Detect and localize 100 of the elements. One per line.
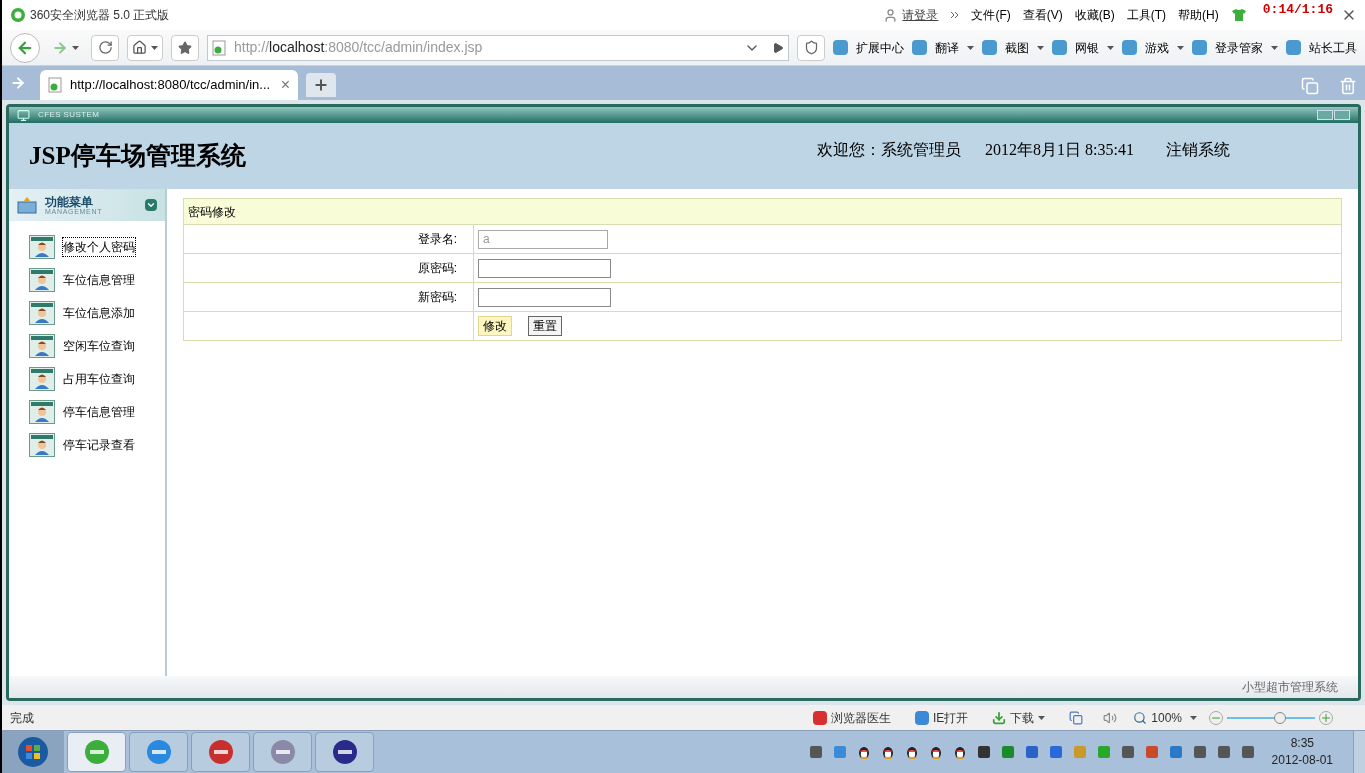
clock[interactable]: 8:35 2012-08-01 — [1271, 735, 1333, 769]
footer-text: 小型超市管理系统 — [1242, 679, 1338, 696]
user-card-icon — [29, 334, 55, 358]
shield-icon — [803, 40, 819, 55]
menu-item[interactable]: 文件(F) — [971, 6, 1011, 24]
tray-icon[interactable] — [975, 744, 992, 760]
status-button[interactable]: 浏览器医生 — [830, 708, 891, 727]
user-card-icon — [29, 367, 55, 391]
page-icon — [212, 39, 226, 56]
status-button[interactable]: IE打开 — [932, 708, 969, 727]
page-icon — [48, 77, 62, 93]
form-button[interactable]: 修改 — [478, 316, 512, 336]
home-icon — [132, 40, 147, 55]
user-card-icon — [29, 400, 55, 424]
caret-icon — [1038, 715, 1046, 720]
logout-link[interactable]: 注销系统 — [1166, 138, 1230, 162]
windows-icon[interactable] — [1069, 710, 1084, 725]
login-link[interactable]: 请登录 — [902, 6, 939, 24]
toolbar-button[interactable]: 网银 — [1075, 34, 1099, 61]
app-icon — [268, 738, 297, 766]
toolbar-button[interactable]: 站长工具 — [1309, 34, 1357, 61]
field-label: 新密码: — [417, 289, 457, 306]
menu-item[interactable]: 帮助(H) — [1178, 6, 1219, 24]
sidebar-item[interactable]: 占用车位查询 — [63, 370, 135, 388]
start-button[interactable] — [2, 731, 64, 773]
scroll-left-icon[interactable] — [1317, 110, 1333, 120]
status-button[interactable]: 下载 — [1010, 708, 1035, 727]
tray-icon[interactable] — [1215, 744, 1232, 760]
shirt-icon[interactable] — [1230, 8, 1247, 22]
status-text: 完成 — [10, 709, 34, 727]
app-icon — [82, 738, 111, 766]
windows-icon[interactable] — [1301, 77, 1319, 95]
sidebar-item[interactable]: 停车记录查看 — [63, 436, 135, 454]
dropdown-caret-icon — [1037, 45, 1044, 50]
user-card-icon — [29, 301, 55, 325]
toolbar-button[interactable]: 登录管家 — [1215, 34, 1263, 61]
user-card-icon — [29, 433, 55, 457]
address-field[interactable]: http://localhost:8080/tcc/admin/index.jsp — [207, 34, 789, 61]
security-button[interactable] — [797, 34, 825, 61]
toolbar-item-icon — [982, 40, 997, 55]
forward-arrow-icon — [52, 39, 68, 56]
sidebar-item[interactable]: 修改个人密码 — [63, 238, 135, 256]
field-label: 原密码: — [417, 260, 457, 277]
dropdown-caret-icon — [967, 45, 974, 50]
text-field[interactable] — [478, 287, 611, 307]
zoom-icon — [1133, 710, 1148, 725]
browser-logo-icon — [10, 7, 26, 23]
sidebar-item[interactable]: 空闲车位查询 — [63, 337, 135, 355]
toolbar-button[interactable]: 游戏 — [1145, 34, 1169, 61]
app-icon — [330, 738, 359, 766]
zoom-button[interactable]: 100% — [1151, 708, 1182, 727]
timer-overlay: 0:14/1:16 — [1262, 1, 1333, 19]
go-icon[interactable] — [772, 41, 784, 54]
form-title: 密码修改 — [184, 199, 1341, 225]
user-card-icon — [29, 268, 55, 292]
sound-icon[interactable] — [1103, 710, 1118, 725]
browser-tab[interactable]: http://localhost:8080/tcc/admin/in... × — [40, 70, 298, 100]
welcome-text: 欢迎您：系统管理员 — [817, 140, 962, 160]
sidebar-item[interactable]: 车位信息管理 — [63, 271, 135, 289]
toolbar-button[interactable]: 扩展中心 — [856, 34, 904, 61]
sidebar-item[interactable]: 车位信息添加 — [63, 304, 135, 322]
zoom-slider-thumb[interactable] — [1273, 711, 1286, 724]
menu-item[interactable]: 工具(T) — [1126, 6, 1167, 24]
tray-icon[interactable] — [1239, 744, 1256, 760]
toolbar-button[interactable]: 翻译 — [935, 34, 959, 61]
new-tab-button[interactable] — [306, 73, 336, 97]
tray-icon[interactable] — [1023, 744, 1040, 760]
tab-close-icon[interactable]: × — [280, 73, 290, 97]
text-field[interactable] — [478, 258, 611, 278]
sidebar-item[interactable]: 停车信息管理 — [63, 403, 135, 421]
back-button[interactable] — [10, 32, 40, 63]
reload-button[interactable] — [91, 34, 119, 61]
favorite-button[interactable] — [171, 34, 199, 61]
menu-box-icon — [17, 196, 37, 214]
tray-icon[interactable] — [1191, 744, 1208, 760]
menu-item[interactable]: 查看(V) — [1022, 6, 1063, 24]
tray-icon[interactable] — [807, 744, 824, 760]
caret-icon — [151, 45, 158, 50]
download-icon — [992, 710, 1007, 725]
system-title: JSP停车场管理系统 — [29, 141, 246, 172]
toolbar-item-icon — [1192, 40, 1207, 55]
collapse-icon[interactable] — [145, 199, 157, 211]
form-button[interactable]: 重置 — [528, 316, 562, 336]
window-title: 360安全浏览器 5.0 正式版 — [30, 7, 170, 24]
caret-icon — [1190, 715, 1197, 720]
app-icon — [206, 738, 235, 766]
toolbar-button[interactable]: 截图 — [1005, 34, 1029, 61]
home-button[interactable] — [127, 34, 163, 61]
scroll-right-icon[interactable] — [1334, 110, 1350, 120]
trash-icon[interactable] — [1339, 77, 1357, 95]
tray-icon[interactable] — [1119, 744, 1136, 760]
chevrons-icon[interactable] — [950, 11, 960, 19]
plus-icon — [313, 77, 329, 93]
taskbar-app[interactable] — [191, 732, 250, 772]
caret-icon — [72, 45, 79, 50]
date-time: 2012年8月1日 8:35:41 — [985, 140, 1134, 160]
toolbar-item-icon — [833, 40, 848, 55]
taskbar-app[interactable] — [315, 732, 374, 772]
menu-item[interactable]: 收藏(B) — [1074, 6, 1115, 24]
star-icon — [178, 40, 192, 55]
